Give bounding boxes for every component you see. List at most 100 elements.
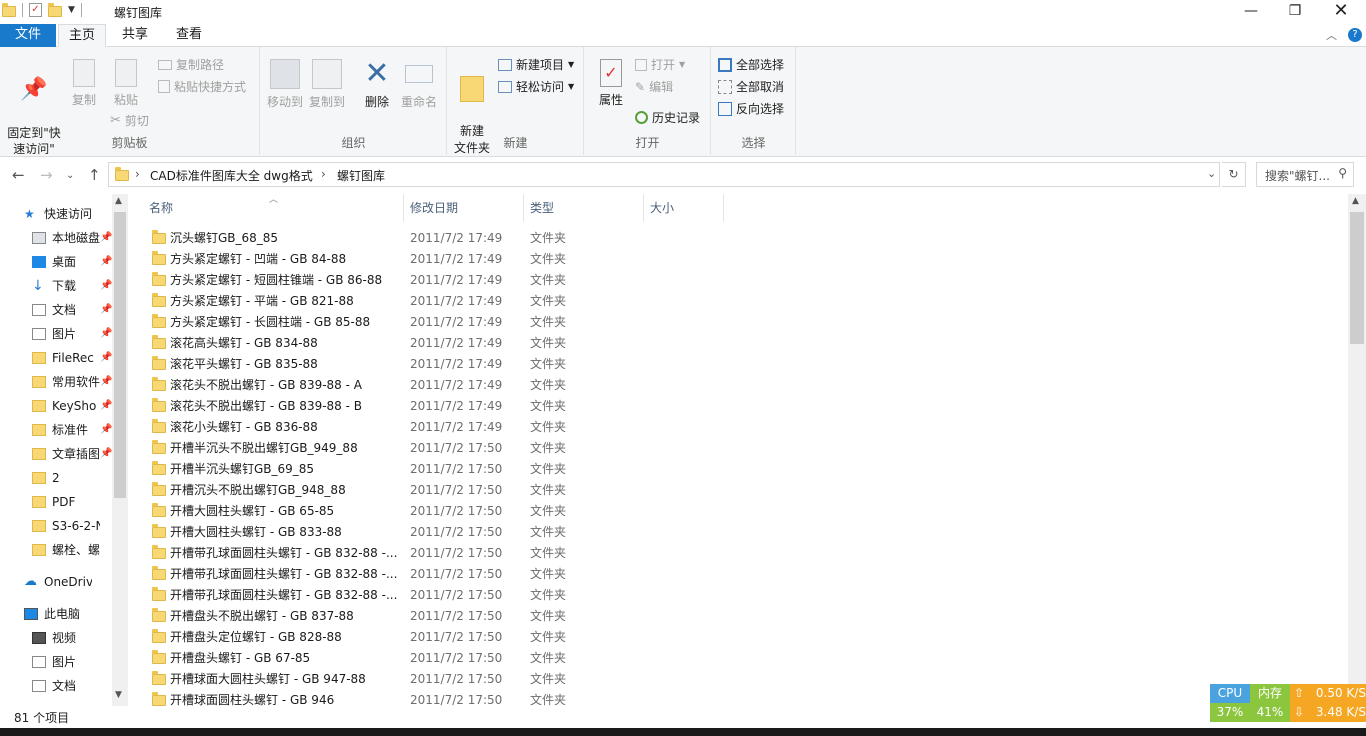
cut-button[interactable]: ✂ 剪切: [110, 112, 149, 129]
easy-access-button[interactable]: 轻松访问 ▼: [498, 78, 574, 95]
rename-button[interactable]: 重命名: [397, 59, 441, 110]
paste-shortcut-button[interactable]: 粘贴快捷方式: [158, 78, 246, 95]
sort-ascending-icon: ︿: [269, 195, 279, 205]
back-button[interactable]: ←: [12, 166, 25, 184]
pin-icon: 📌: [100, 424, 113, 435]
ribbon: 📌 固定到"快速访问" 复制 粘贴 复制路径 粘贴快捷方式 ✂ 剪切 剪贴板 移…: [0, 47, 1366, 157]
table-row[interactable]: 方头紧定螺钉 - 短圆柱锥端 - GB 86-88 2011/7/2 17:49 文…: [148, 270, 728, 291]
select-none-button[interactable]: 全部取消: [718, 78, 784, 95]
tab-view[interactable]: 查看: [164, 24, 214, 47]
column-header-date[interactable]: 修改日期: [404, 194, 524, 222]
scroll-down-icon[interactable]: ▼: [115, 690, 122, 700]
file-name: 开槽盘头螺钉 - GB 67-85: [170, 651, 311, 665]
tab-home[interactable]: 主页: [58, 24, 106, 47]
content-scroll-thumb[interactable]: [1350, 212, 1364, 344]
table-row[interactable]: 开槽半沉头不脱出螺钉GB_949_88 2011/7/2 17:50 文件夹: [148, 438, 728, 459]
help-icon[interactable]: ?: [1348, 28, 1362, 42]
table-row[interactable]: 开槽球面大圆柱头螺钉 - GB 947-88 2011/7/2 17:50 文件夹: [148, 669, 728, 690]
file-date: 2011/7/2 17:50: [410, 525, 503, 539]
chevron-down-icon[interactable]: ⌄: [1207, 167, 1216, 180]
minimize-button[interactable]: —: [1228, 0, 1274, 24]
properties-button[interactable]: ✓ 属性: [593, 59, 629, 108]
arrow-down-icon: ⇩: [1294, 705, 1305, 719]
table-row[interactable]: 滚花头不脱出螺钉 - GB 839-88 - B 2011/7/2 17:49 文件…: [148, 396, 728, 417]
history-button[interactable]: 历史记录: [635, 109, 700, 126]
folder-icon: [152, 692, 166, 706]
close-button[interactable]: ✕: [1318, 0, 1364, 24]
chevron-down-icon[interactable]: ▼: [68, 5, 75, 15]
scroll-up-icon[interactable]: ▲: [1352, 196, 1359, 206]
table-row[interactable]: 开槽大圆柱头螺钉 - GB 65-85 2011/7/2 17:50 文件夹: [148, 501, 728, 522]
table-row[interactable]: 滚花平头螺钉 - GB 835-88 2011/7/2 17:49 文件夹: [148, 354, 728, 375]
file-name: 滚花高头螺钉 - GB 834-88: [170, 336, 318, 350]
pin-quick-access-button[interactable]: 📌 固定到"快速访问": [4, 59, 64, 173]
column-header-name[interactable]: 名称: [128, 194, 404, 222]
table-row[interactable]: 开槽盘头不脱出螺钉 - GB 837-88 2011/7/2 17:50 文件夹: [148, 606, 728, 627]
new-folder-icon[interactable]: [48, 3, 62, 17]
table-row[interactable]: 滚花头不脱出螺钉 - GB 839-88 - A 2011/7/2 17:49 文件…: [148, 375, 728, 396]
open-button[interactable]: 打开 ▼: [635, 56, 685, 73]
file-type: 文件夹: [530, 462, 567, 476]
file-date: 2011/7/2 17:49: [410, 294, 503, 308]
table-row[interactable]: 开槽大圆柱头螺钉 - GB 833-88 2011/7/2 17:50 文件夹: [148, 522, 728, 543]
breadcrumb-item[interactable]: CAD标准件图库大全 dwg格式: [150, 167, 313, 184]
copy-to-icon: [312, 59, 342, 89]
nav-scrollbar[interactable]: ▲ ▼: [112, 194, 128, 706]
select-none-icon: [718, 79, 732, 94]
forward-button[interactable]: →: [40, 166, 53, 184]
file-date: 2011/7/2 17:49: [410, 252, 503, 266]
recent-locations-icon[interactable]: ⌄: [66, 170, 74, 181]
paste-button[interactable]: 粘贴: [106, 59, 146, 108]
properties-icon[interactable]: ✓: [29, 3, 42, 17]
address-bar[interactable]: › CAD标准件图库大全 dwg格式 › 螺钉图库 ⌄: [108, 162, 1220, 187]
table-row[interactable]: 方头紧定螺钉 - 平端 - GB 821-88 2011/7/2 17:49 文件夹: [148, 291, 728, 312]
table-row[interactable]: 滚花小头螺钉 - GB 836-88 2011/7/2 17:49 文件夹: [148, 417, 728, 438]
cpu-label: CPU: [1210, 684, 1250, 703]
copy-path-button[interactable]: 复制路径: [158, 56, 224, 73]
table-row[interactable]: 滚花高头螺钉 - GB 834-88 2011/7/2 17:49 文件夹: [148, 333, 728, 354]
move-to-button[interactable]: 移动到: [265, 59, 305, 110]
folder-icon: [32, 376, 46, 388]
table-row[interactable]: 方头紧定螺钉 - 凹端 - GB 84-88 2011/7/2 17:49 文件夹: [148, 249, 728, 270]
edit-button[interactable]: ✎ 编辑: [635, 78, 673, 95]
new-item-button[interactable]: 新建项目 ▼: [498, 56, 574, 73]
column-header-size[interactable]: 大小: [644, 194, 724, 222]
file-name: 开槽大圆柱头螺钉 - GB 65-85: [170, 504, 335, 518]
table-row[interactable]: 开槽盘头螺钉 - GB 67-85 2011/7/2 17:50 文件夹: [148, 648, 728, 669]
table-row[interactable]: 开槽球面圆柱头螺钉 - GB 946 2011/7/2 17:50 文件夹: [148, 690, 728, 706]
table-row[interactable]: 开槽沉头不脱出螺钉GB_948_88 2011/7/2 17:50 文件夹: [148, 480, 728, 501]
file-date: 2011/7/2 17:50: [410, 672, 503, 686]
table-row[interactable]: 开槽带孔球面圆柱头螺钉 - GB 832-88 -... 2011/7/2 17:…: [148, 585, 728, 606]
desktop-icon: [32, 256, 46, 268]
refresh-button[interactable]: ↻: [1222, 162, 1246, 187]
table-row[interactable]: 开槽带孔球面圆柱头螺钉 - GB 832-88 -... 2011/7/2 17:…: [148, 564, 728, 585]
new-item-icon: [498, 58, 512, 71]
table-row[interactable]: 开槽带孔球面圆柱头螺钉 - GB 832-88 -... 2011/7/2 17:…: [148, 543, 728, 564]
select-all-button[interactable]: 全部选择: [718, 56, 784, 73]
video-icon: [32, 632, 46, 644]
up-button[interactable]: ↑: [88, 166, 101, 184]
breadcrumb-item[interactable]: 螺钉图库: [337, 167, 385, 184]
table-row[interactable]: 开槽半沉头螺钉GB_69_85 2011/7/2 17:50 文件夹: [148, 459, 728, 480]
copy-button[interactable]: 复制: [66, 59, 102, 108]
file-type: 文件夹: [530, 588, 567, 602]
delete-button[interactable]: ✕ 删除: [359, 59, 395, 110]
tab-file[interactable]: 文件: [0, 24, 56, 47]
title-bar: ✓ ▼ 螺钉图库 — ❐ ✕: [0, 0, 1366, 24]
rename-icon: [405, 65, 433, 83]
folder-icon: [152, 587, 166, 601]
maximize-button[interactable]: ❐: [1272, 0, 1318, 24]
search-input[interactable]: 搜索"螺钉... ⚲: [1256, 162, 1354, 187]
invert-selection-button[interactable]: 反向选择: [718, 100, 784, 117]
nav-scroll-thumb[interactable]: [114, 212, 126, 498]
copy-to-button[interactable]: 复制到: [307, 59, 347, 110]
table-row[interactable]: 方头紧定螺钉 - 长圆柱端 - GB 85-88 2011/7/2 17:49 文件…: [148, 312, 728, 333]
folder-icon: [152, 293, 166, 307]
table-row[interactable]: 开槽盘头定位螺钉 - GB 828-88 2011/7/2 17:50 文件夹: [148, 627, 728, 648]
scroll-up-icon[interactable]: ▲: [115, 196, 122, 206]
tab-share[interactable]: 共享: [110, 24, 160, 47]
collapse-ribbon-icon[interactable]: ︿: [1326, 27, 1337, 43]
move-to-icon: [270, 59, 300, 89]
column-header-type[interactable]: 类型: [524, 194, 644, 222]
table-row[interactable]: 沉头螺钉GB_68_85 2011/7/2 17:49 文件夹: [148, 228, 728, 249]
